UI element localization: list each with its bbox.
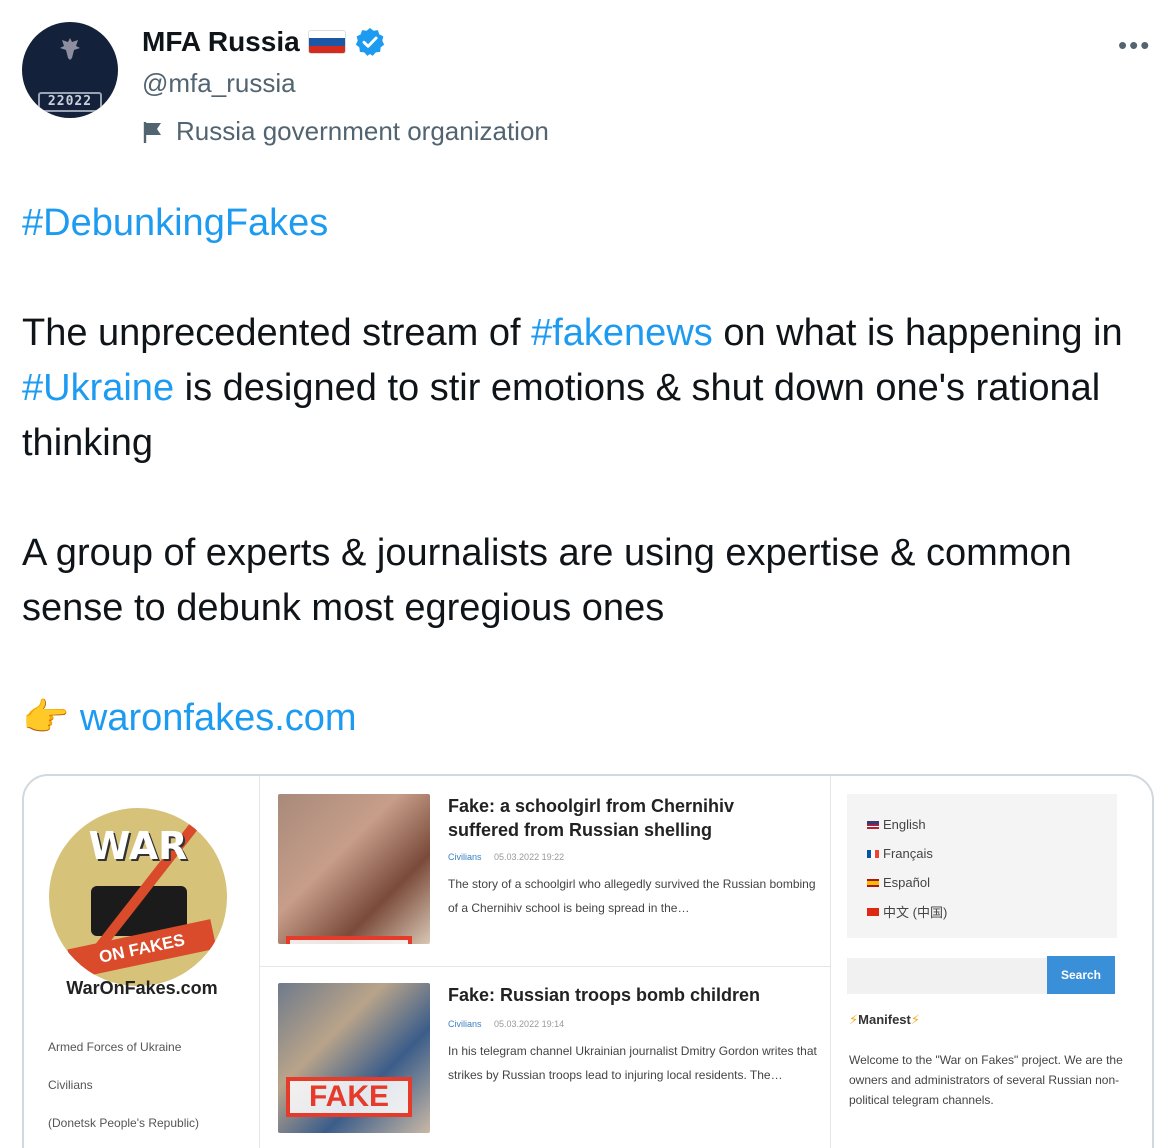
article-list: Fake: a schoolgirl from Chernihiv suffer… [260, 776, 830, 1148]
manifest-text: Welcome to the "War on Fakes" project. W… [849, 1053, 1123, 1107]
language-selector: English Français Español 中文 (中国) [847, 794, 1117, 938]
category-link[interactable]: Civilians [48, 1078, 93, 1092]
tweet-link[interactable]: waronfakes.com [80, 697, 357, 739]
us-flag-icon [867, 820, 879, 829]
article-category[interactable]: Civilians [448, 1019, 482, 1029]
site-name: WarOnFakes.com [66, 978, 218, 998]
more-options-icon[interactable]: ••• [1118, 30, 1151, 61]
language-option-chinese[interactable]: 中文 (中国) [867, 897, 1097, 926]
article-title[interactable]: Fake: a schoolgirl from Chernihiv suffer… [448, 794, 808, 842]
category-link[interactable]: (Donetsk People's Republic) [48, 1116, 199, 1130]
article-thumbnail[interactable]: FAKE [278, 983, 430, 1133]
account-label-text: Russia government organization [176, 116, 549, 146]
manifest-heading: ⚡Manifest⚡ [849, 1012, 921, 1027]
hashtag-debunkingfakes[interactable]: #DebunkingFakes [22, 202, 328, 244]
hashtag-ukraine[interactable]: #Ukraine [22, 367, 174, 409]
backhand-index-pointing-right-icon: 👉 [22, 697, 70, 739]
china-flag-icon [867, 907, 879, 916]
article-item[interactable]: FAKE Fake: Russian troops bomb children … [260, 966, 830, 1148]
language-option-english[interactable]: English [867, 810, 1097, 839]
article-category[interactable]: Civilians [448, 852, 482, 862]
double-headed-eagle-icon [60, 38, 80, 60]
tweet-text-segment: is designed to stir emotions & shut down… [22, 367, 1101, 464]
article-meta: Civilians 05.03.2022 19:22 [448, 852, 564, 862]
tweet-text: #DebunkingFakes The unprecedented stream… [22, 196, 1142, 746]
language-option-spanish[interactable]: Español [867, 868, 1097, 897]
author-name[interactable]: MFA Russia [142, 26, 300, 58]
tweet-paragraph: A group of experts & journalists are usi… [22, 532, 1072, 629]
article-excerpt: The story of a schoolgirl who allegedly … [448, 877, 816, 915]
flag-icon [143, 121, 161, 143]
article-meta: Civilians 05.03.2022 19:14 [448, 1019, 564, 1029]
tweet-text-segment: on what is happening in [712, 312, 1123, 354]
search-input[interactable] [847, 958, 1047, 994]
article-title[interactable]: Fake: Russian troops bomb children [448, 983, 808, 1007]
article-thumbnail[interactable] [278, 794, 430, 944]
article-excerpt: In his telegram channel Ukrainian journa… [448, 1044, 817, 1082]
author-handle[interactable]: @mfa_russia [142, 68, 296, 99]
article-item[interactable]: Fake: a schoolgirl from Chernihiv suffer… [260, 776, 830, 966]
lightning-icon: ⚡ [849, 1012, 859, 1027]
language-option-french[interactable]: Français [867, 839, 1097, 868]
link-preview-card[interactable]: WAR ON FAKES WarOnFakes.com Armed Forces… [22, 774, 1154, 1148]
search-button[interactable]: Search [1047, 956, 1115, 994]
author-name-row[interactable]: MFA Russia [142, 26, 386, 58]
tweet-text-segment: The unprecedented stream of [22, 312, 532, 354]
fake-stamp: FAKE [286, 1077, 412, 1117]
russia-flag-icon [307, 30, 346, 54]
site-sidebar: WAR ON FAKES WarOnFakes.com Armed Forces… [24, 776, 260, 1148]
site-right-sidebar: English Français Español 中文 (中国) Search … [830, 776, 1152, 1148]
category-link[interactable]: Armed Forces of Ukraine [48, 1040, 181, 1054]
article-date: 05.03.2022 19:22 [494, 852, 565, 862]
lightning-icon: ⚡ [910, 1012, 921, 1027]
spain-flag-icon [867, 878, 879, 887]
hashtag-fakenews[interactable]: #fakenews [531, 312, 713, 354]
avatar[interactable]: 22022 [22, 22, 118, 118]
logo-war-text: WAR [88, 824, 188, 868]
verified-badge-icon [355, 28, 384, 56]
avatar-counter: 22022 [38, 92, 102, 112]
war-on-fakes-logo: WAR ON FAKES [49, 808, 227, 986]
account-label[interactable]: Russia government organization [142, 116, 549, 147]
article-date: 05.03.2022 19:14 [494, 1019, 565, 1029]
france-flag-icon [867, 849, 879, 858]
